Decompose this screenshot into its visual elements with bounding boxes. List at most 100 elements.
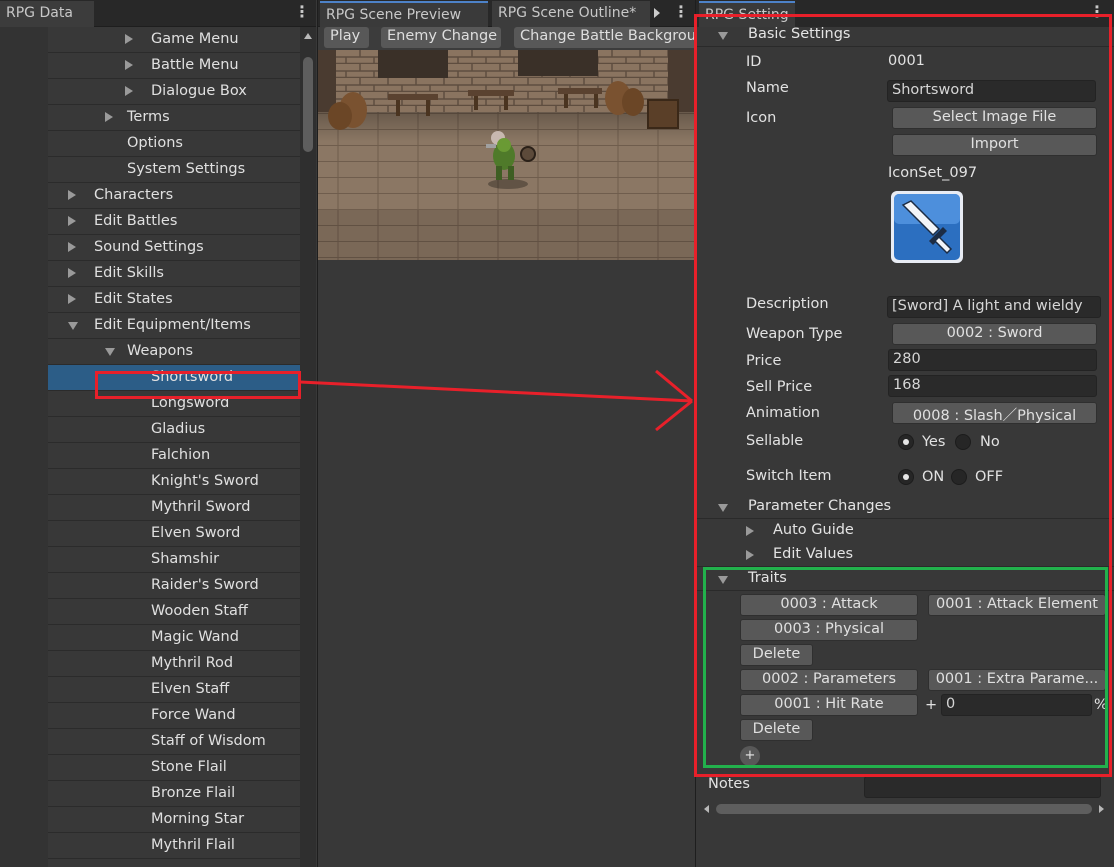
scene-preview[interactable] — [318, 50, 694, 260]
tree-item[interactable]: Raider's Sword — [48, 573, 300, 599]
tree-item[interactable]: Battle Menu — [48, 53, 300, 79]
tree-item-label: Magic Wand — [151, 629, 239, 645]
scrollbar-thumb[interactable] — [716, 804, 1092, 814]
tree-item[interactable]: Edit Equipment/Items — [48, 313, 300, 339]
expand-right-icon[interactable] — [105, 112, 113, 122]
tree-item-label: Falchion — [151, 447, 211, 463]
tab-scroll-right-icon[interactable] — [654, 8, 660, 18]
notes-label: Notes — [708, 776, 750, 792]
tree-item-label: Mythril Sword — [151, 499, 251, 515]
tree-item[interactable]: Edit States — [48, 287, 300, 313]
expand-down-icon[interactable] — [68, 322, 78, 330]
battle-scene-image — [318, 50, 694, 260]
tab-rpg-data[interactable]: RPG Data — [0, 1, 94, 27]
tree-item[interactable]: Knight's Sword — [48, 469, 300, 495]
tree-item-label: Dialogue Box — [151, 83, 247, 99]
tree-item[interactable]: Magic Wand — [48, 625, 300, 651]
horizontal-scrollbar[interactable] — [702, 800, 1106, 818]
tree-item-label: Elven Staff — [151, 681, 230, 697]
tree-item[interactable]: Edit Skills — [48, 261, 300, 287]
rpg-data-panel: RPG Data ⋮ Game Menu Battle Menu Dialogue … — [0, 0, 316, 867]
enemy-change-button[interactable]: Enemy Change — [381, 27, 501, 48]
tree-item-label: Bronze Flail — [151, 785, 236, 801]
tree-item-label: Gladius — [151, 421, 206, 437]
expand-right-icon[interactable] — [125, 34, 133, 44]
scroll-right-icon[interactable] — [1099, 805, 1104, 813]
left-scrollbar[interactable] — [300, 27, 316, 867]
tree-item[interactable]: Wooden Staff — [48, 599, 300, 625]
tree-item[interactable]: Characters — [48, 183, 300, 209]
tree-item[interactable]: Weapons — [48, 339, 300, 365]
more-options-icon[interactable]: ⋮ — [294, 4, 310, 20]
tree-item[interactable]: Edit Battles — [48, 209, 300, 235]
tree-item[interactable]: Mythril Sword — [48, 495, 300, 521]
tree-item-label: Weapons — [127, 343, 194, 359]
tree-item-label: Edit Battles — [94, 213, 178, 229]
tree-item-label: System Settings — [127, 161, 246, 177]
tree-item[interactable]: System Settings — [48, 157, 300, 183]
tree-item-label: Battle Menu — [151, 57, 239, 73]
expand-right-icon[interactable] — [68, 268, 76, 278]
tree-item[interactable]: Options — [48, 131, 300, 157]
tree-item-label: Raider's Sword — [151, 577, 259, 593]
expand-right-icon[interactable] — [68, 294, 76, 304]
tree-item[interactable]: Terms — [48, 105, 300, 131]
tree-item-label: Staff of Wisdom — [151, 733, 266, 749]
expand-right-icon[interactable] — [68, 190, 76, 200]
scrollbar-thumb[interactable] — [303, 57, 313, 152]
expand-right-icon[interactable] — [125, 86, 133, 96]
tree-item[interactable]: Staff of Wisdom — [48, 729, 300, 755]
tree-item-label: Terms — [127, 109, 170, 125]
tree-item-label: Game Menu — [151, 31, 239, 47]
expand-right-icon[interactable] — [125, 60, 133, 70]
tree-item[interactable]: Stone Flail — [48, 755, 300, 781]
tree-item-label: Stone Flail — [151, 759, 227, 775]
scene-tab-bar: RPG Scene Preview RPG Scene Outline* ⋮ — [318, 0, 695, 27]
tab-scene-outline[interactable]: RPG Scene Outline* — [492, 1, 650, 27]
tree-item-label: Morning Star — [151, 811, 245, 827]
tree-item-label: Edit Skills — [94, 265, 164, 281]
scroll-left-icon[interactable] — [704, 805, 709, 813]
tree-item-label: Options — [127, 135, 183, 151]
tree-item[interactable]: Force Wand — [48, 703, 300, 729]
change-battle-background-button[interactable]: Change Battle Backgrou — [514, 27, 695, 48]
tree-item-label: Knight's Sword — [151, 473, 259, 489]
tree-item-label: Mythril Rod — [151, 655, 234, 671]
tree-item-label: Edit Equipment/Items — [94, 317, 251, 333]
scene-toolbar: Play Enemy Change Change Battle Backgrou — [318, 27, 695, 50]
scroll-up-icon[interactable] — [304, 33, 312, 39]
expand-down-icon[interactable] — [105, 348, 115, 356]
tree-item[interactable]: Sound Settings — [48, 235, 300, 261]
tree-item[interactable]: Dialogue Box — [48, 79, 300, 105]
tree-item-label: Force Wand — [151, 707, 236, 723]
left-tab-bar: RPG Data ⋮ — [0, 0, 316, 27]
tree-item[interactable]: Falchion — [48, 443, 300, 469]
tree-item-label: Shamshir — [151, 551, 220, 567]
data-tree: Game Menu Battle Menu Dialogue Box Terms Opt… — [48, 27, 300, 867]
tree-item[interactable]: Elven Staff — [48, 677, 300, 703]
tree-item[interactable]: Gladius — [48, 417, 300, 443]
tree-item[interactable]: Shamshir — [48, 547, 300, 573]
tree-item[interactable]: Bronze Flail — [48, 781, 300, 807]
play-button[interactable]: Play — [324, 27, 369, 48]
tree-item-label: Mythril Flail — [151, 837, 235, 853]
tree-item-label: Elven Sword — [151, 525, 241, 541]
expand-right-icon[interactable] — [68, 216, 76, 226]
more-options-icon[interactable]: ⋮ — [673, 4, 689, 20]
tree-item[interactable]: Mythril Rod — [48, 651, 300, 677]
tree-item[interactable]: Elven Sword — [48, 521, 300, 547]
tree-item[interactable]: Morning Star — [48, 807, 300, 833]
highlight-traits-section — [703, 567, 1108, 768]
tree-item[interactable]: Mythril Flail — [48, 833, 300, 859]
tree-item-label: Wooden Staff — [151, 603, 248, 619]
tree-item-label: Characters — [94, 187, 174, 203]
highlight-selected-item — [95, 371, 301, 399]
expand-right-icon[interactable] — [68, 242, 76, 252]
tree-item-label: Edit States — [94, 291, 173, 307]
left-gutter — [0, 27, 48, 867]
tab-scene-preview[interactable]: RPG Scene Preview — [320, 1, 488, 27]
tree-item-label: Sound Settings — [94, 239, 204, 255]
notes-field[interactable] — [864, 776, 1101, 798]
annotation-arrow — [299, 369, 693, 432]
tree-item[interactable]: Game Menu — [48, 27, 300, 53]
